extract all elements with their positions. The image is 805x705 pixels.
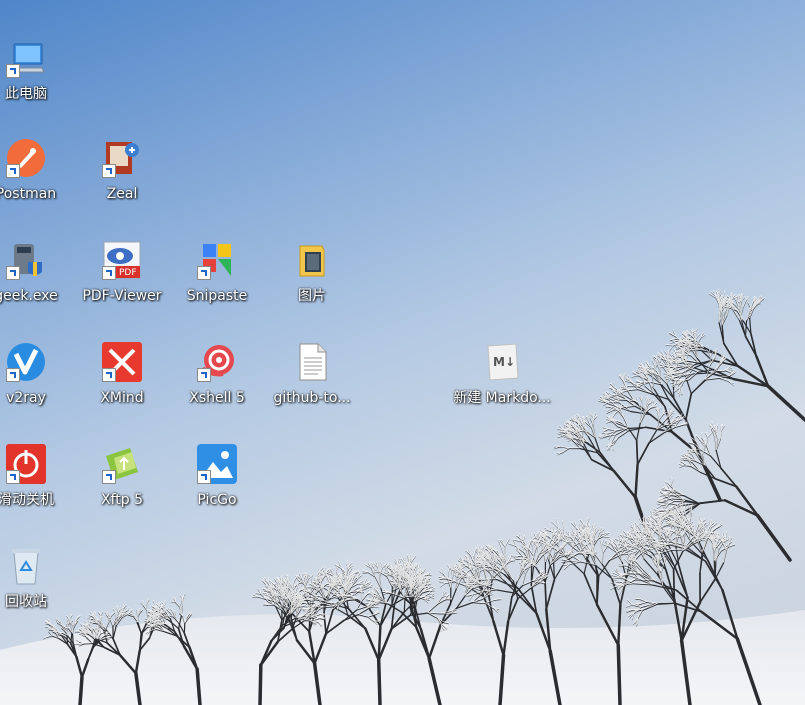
desktop[interactable]: 此电脑 Postman Zeal geek.exe PDF PDF-Viewer… <box>0 0 805 705</box>
folder-icon <box>292 240 332 280</box>
xftp-icon <box>102 444 142 484</box>
desktop-icon-xmind[interactable]: XMind <box>74 314 170 410</box>
desktop-icon-xshell[interactable]: Xshell 5 <box>169 314 265 410</box>
desktop-icon-slide-shutdown[interactable]: 滑动关机 <box>0 416 74 512</box>
icon-label: PicGo <box>197 492 237 508</box>
picgo-icon <box>197 444 237 484</box>
zeal-icon <box>102 138 142 178</box>
v2ray-icon <box>6 342 46 382</box>
desktop-icon-github-to-file[interactable]: github-to... <box>264 314 360 410</box>
snipaste-icon <box>197 240 237 280</box>
desktop-icon-recycle-bin[interactable]: 回收站 <box>0 518 74 614</box>
desktop-icon-pictures-folder[interactable]: 图片 <box>264 212 360 308</box>
icon-label: 新建 Markdo... <box>453 390 551 406</box>
postman-icon <box>6 138 46 178</box>
text-file-icon <box>292 342 332 382</box>
desktop-icon-zeal[interactable]: Zeal <box>74 110 170 206</box>
xmind-icon <box>102 342 142 382</box>
icon-label: 此电脑 <box>5 86 47 102</box>
icon-label: 图片 <box>298 288 326 304</box>
desktop-icon-snipaste[interactable]: Snipaste <box>169 212 265 308</box>
desktop-icon-this-pc[interactable]: 此电脑 <box>0 10 74 106</box>
icon-label: github-to... <box>273 390 351 406</box>
desktop-icon-new-markdown[interactable]: M↓ 新建 Markdo... <box>453 314 551 410</box>
pdf-viewer-icon: PDF <box>102 240 142 280</box>
icon-label: 回收站 <box>5 594 47 610</box>
recycle-bin-icon <box>6 546 46 586</box>
computer-icon <box>6 38 46 78</box>
desktop-icon-pdf-viewer[interactable]: PDF PDF-Viewer <box>74 212 170 308</box>
icon-label: Zeal <box>106 186 138 202</box>
desktop-icon-postman[interactable]: Postman <box>0 110 74 206</box>
desktop-icon-geek[interactable]: geek.exe <box>0 212 74 308</box>
xshell-icon <box>197 342 237 382</box>
slide-shutdown-icon <box>6 444 46 484</box>
markdown-file-icon: M↓ <box>482 342 522 382</box>
desktop-icon-v2ray[interactable]: v2ray <box>0 314 74 410</box>
desktop-icon-picgo[interactable]: PicGo <box>169 416 265 512</box>
desktop-icon-xftp[interactable]: Xftp 5 <box>74 416 170 512</box>
geek-icon <box>6 240 46 280</box>
